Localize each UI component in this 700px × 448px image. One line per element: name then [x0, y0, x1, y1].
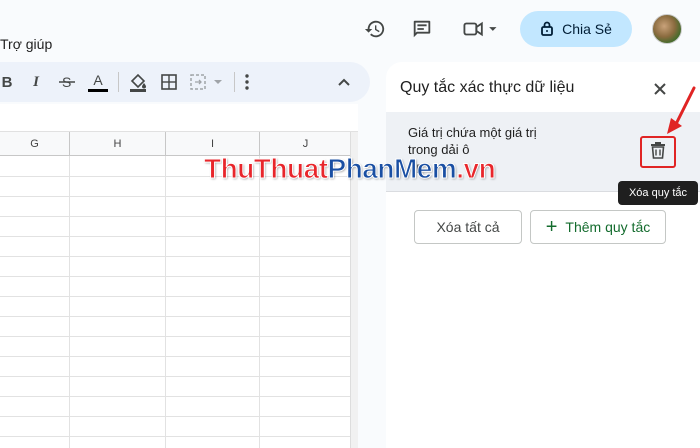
more-options-icon[interactable] — [240, 70, 254, 94]
video-call-icon[interactable] — [458, 14, 502, 44]
comment-icon[interactable] — [407, 14, 437, 44]
watermark-logo: ThuThuatPhanMem.vn — [204, 153, 497, 185]
history-icon[interactable] — [360, 14, 390, 44]
menu-help[interactable]: Trợ giúp — [0, 36, 52, 52]
share-button[interactable]: Chia Sẻ — [520, 11, 632, 47]
grid-line — [0, 276, 358, 277]
text-color-swatch — [88, 88, 108, 92]
delete-rule-button[interactable] — [640, 136, 676, 168]
remove-all-button[interactable]: Xóa tất cả — [414, 210, 522, 244]
grid-line — [0, 196, 358, 197]
text-color-button[interactable]: A — [86, 70, 110, 94]
grid-line — [0, 336, 358, 337]
data-validation-panel: Quy tắc xác thực dữ liệu Giá trị chứa mộ… — [386, 62, 700, 448]
grid-line — [0, 356, 358, 357]
grid-line — [0, 436, 358, 437]
divider — [234, 72, 235, 92]
grid-line — [69, 156, 70, 448]
panel-title: Quy tắc xác thực dữ liệu — [400, 79, 575, 96]
grid-line — [0, 216, 358, 217]
add-rule-button[interactable]: + Thêm quy tắc — [530, 210, 666, 244]
grid-line — [0, 376, 358, 377]
avatar[interactable] — [652, 14, 682, 44]
delete-rule-tooltip: Xóa quy tắc — [618, 181, 698, 205]
grid-line — [165, 156, 166, 448]
trash-icon — [650, 141, 666, 164]
chevron-up-icon[interactable] — [334, 70, 354, 94]
bold-button[interactable]: B — [0, 70, 14, 94]
divider — [118, 72, 119, 92]
grid-line — [0, 236, 358, 237]
formula-bar[interactable] — [0, 104, 358, 132]
grid-line — [0, 396, 358, 397]
grid-line — [259, 156, 260, 448]
merge-cells-icon[interactable] — [188, 70, 228, 94]
grid-line — [0, 296, 358, 297]
column-header-g[interactable]: G — [0, 132, 70, 156]
grid-line — [0, 316, 358, 317]
italic-button[interactable]: I — [26, 70, 46, 94]
lock-icon — [540, 20, 554, 39]
strikethrough-icon[interactable]: S — [56, 70, 78, 94]
share-label: Chia Sẻ — [562, 21, 612, 37]
annotation-arrow-icon — [667, 86, 696, 134]
format-toolbar: B I S A — [0, 62, 370, 102]
borders-icon[interactable] — [158, 70, 180, 94]
grid-line — [0, 256, 358, 257]
grid-line — [0, 416, 358, 417]
plus-icon: + — [545, 216, 558, 238]
column-header-h[interactable]: H — [70, 132, 166, 156]
top-bar: Trợ giúp Chia Sẻ — [0, 0, 700, 62]
fill-color-icon[interactable] — [126, 70, 150, 94]
